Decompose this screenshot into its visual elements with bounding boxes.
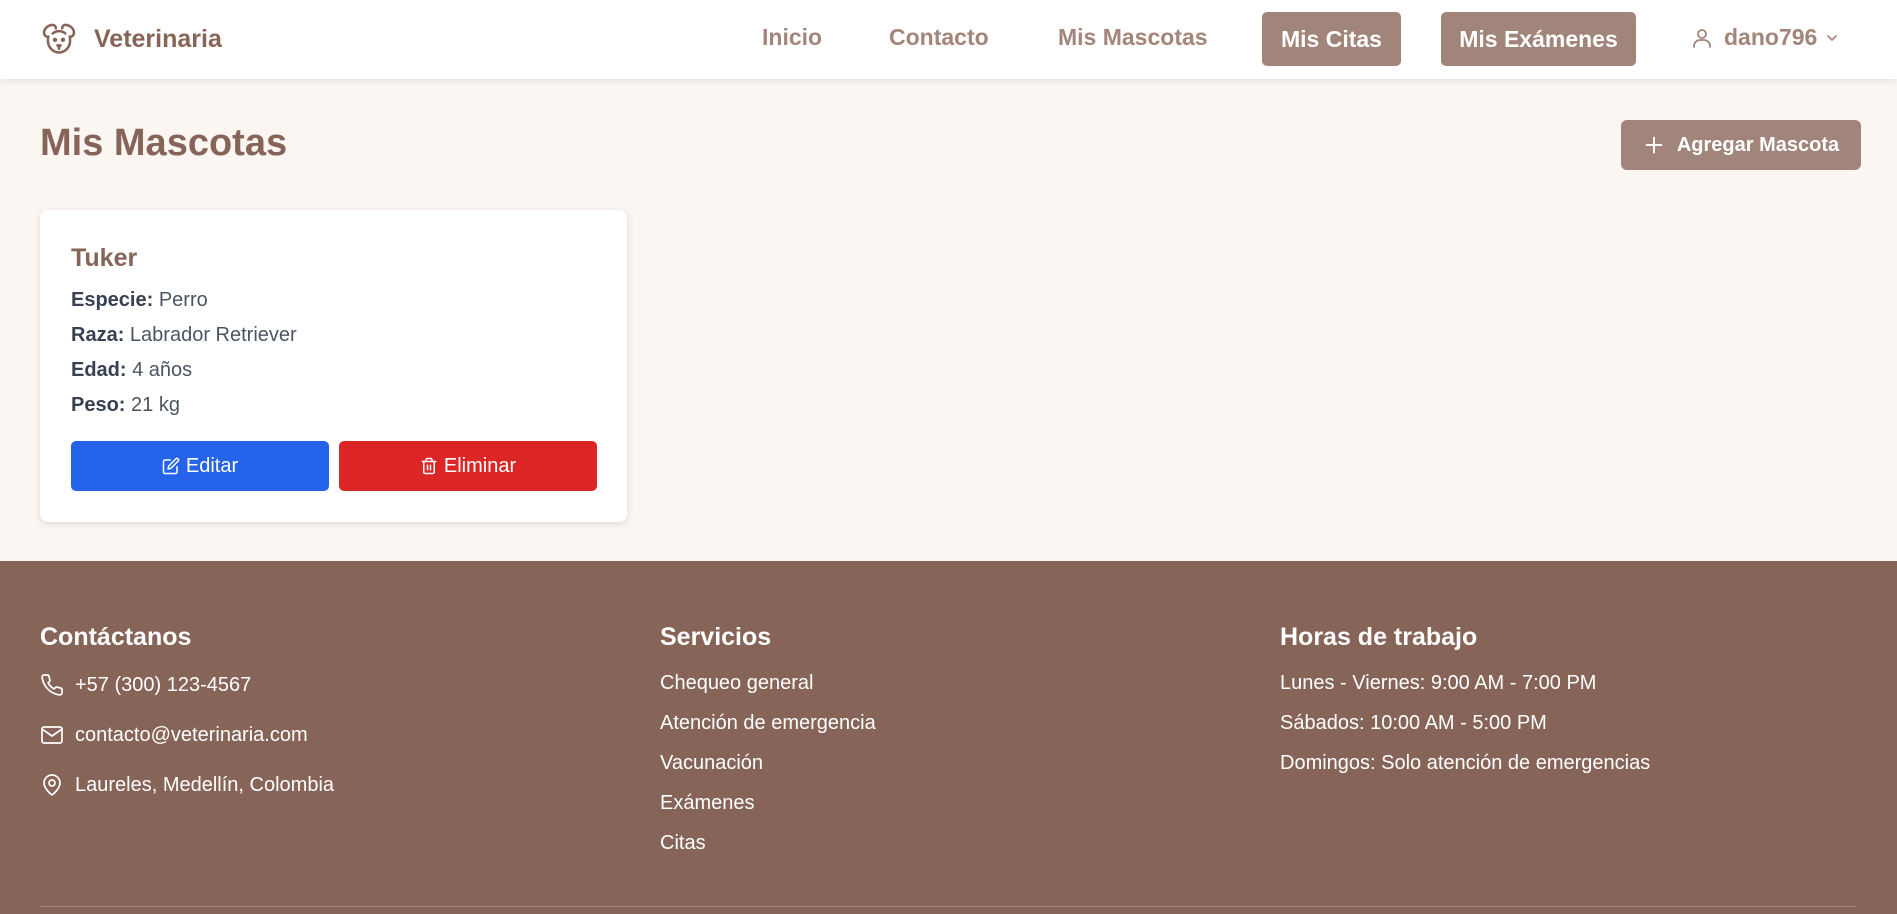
footer-address: Laureles, Medellín, Colombia: [40, 772, 334, 798]
mail-icon: [41, 726, 63, 744]
footer-hours-item: Domingos: Solo atención de emergencias: [1280, 752, 1651, 774]
pet-species-row: Especie: Perro: [71, 289, 208, 312]
footer-phone-text: +57 (300) 123-4567: [75, 673, 252, 696]
map-pin-icon: [43, 774, 61, 796]
user-icon: [1693, 28, 1711, 48]
footer-address-text: Laureles, Medellín, Colombia: [75, 773, 335, 796]
footer-service-item[interactable]: Vacunación: [660, 752, 876, 778]
pet-weight-label: Peso:: [71, 394, 126, 416]
footer-contact-title: Contáctanos: [40, 623, 192, 651]
nav-link-contacto[interactable]: Contacto: [889, 24, 989, 51]
footer-phone[interactable]: +57 (300) 123-4567: [40, 672, 334, 698]
delete-pet-button[interactable]: Eliminar: [339, 441, 597, 491]
edit-label: Editar: [185, 454, 239, 477]
footer-service-item[interactable]: Citas: [660, 832, 876, 858]
dog-logo-icon: [42, 23, 76, 54]
pet-breed-label: Raza:: [71, 324, 125, 346]
nav-link-inicio[interactable]: Inicio: [762, 24, 822, 51]
footer-service-item[interactable]: Atención de emergencia: [660, 712, 876, 738]
add-pet-label: Agregar Mascota: [1676, 133, 1840, 156]
brand-name: Veterinaria: [94, 24, 222, 53]
phone-icon: [41, 674, 63, 696]
navbar: Veterinaria Inicio Contacto Mis Mascotas…: [0, 0, 1897, 79]
footer-hours-item: Lunes - Viernes: 9:00 AM - 7:00 PM: [1280, 672, 1597, 694]
footer-services-column: Servicios Chequeo general Atención de em…: [660, 623, 876, 872]
page-title: Mis Mascotas: [40, 122, 288, 164]
nav-button-mis-examenes[interactable]: Mis Exámenes: [1441, 12, 1636, 66]
footer-hours-item: Sábados: 10:00 AM - 5:00 PM: [1280, 712, 1547, 734]
pet-weight-value: 21 kg: [131, 394, 180, 416]
nav-link-mis-mascotas[interactable]: Mis Mascotas: [1058, 24, 1208, 51]
add-pet-button[interactable]: Agregar Mascota: [1621, 120, 1861, 170]
pet-weight-row: Peso: 21 kg: [71, 394, 180, 417]
footer-service-item[interactable]: Exámenes: [660, 792, 876, 818]
pet-age-value: 4 años: [132, 359, 193, 381]
footer-hours-title: Horas de trabajo: [1280, 623, 1478, 651]
pet-breed-value: Labrador Retriever: [129, 324, 297, 346]
edit-icon: [162, 457, 180, 475]
pet-species-label: Especie:: [71, 289, 154, 311]
footer-services-title: Servicios: [660, 623, 772, 651]
footer-hours-column: Horas de trabajo Lunes - Viernes: 9:00 A…: [1280, 623, 1650, 792]
pet-card: Tuker Especie: Perro Raza: Labrador Retr…: [40, 210, 627, 522]
pet-breed-row: Raza: Labrador Retriever: [71, 324, 297, 347]
edit-pet-button[interactable]: Editar: [71, 441, 329, 491]
delete-label: Eliminar: [443, 454, 517, 477]
pet-age-label: Edad:: [71, 359, 127, 381]
user-menu[interactable]: dano796: [1690, 24, 1840, 51]
pet-species-value: Perro: [158, 289, 208, 311]
footer-divider: [40, 906, 1857, 907]
trash-icon: [421, 457, 437, 475]
username: dano796: [1724, 24, 1818, 50]
footer-email-text: contacto@veterinaria.com: [75, 723, 308, 746]
footer-contact-column: Contáctanos +57 (300) 123-4567 contacto@…: [40, 623, 334, 822]
pet-age-row: Edad: 4 años: [71, 359, 192, 382]
chevron-down-icon: [1827, 34, 1838, 41]
brand-logo[interactable]: Veterinaria: [40, 20, 222, 58]
footer-email[interactable]: contacto@veterinaria.com: [40, 722, 334, 748]
plus-icon: [1645, 136, 1663, 154]
nav-button-mis-citas[interactable]: Mis Citas: [1262, 12, 1401, 66]
footer-service-item[interactable]: Chequeo general: [660, 672, 876, 698]
pet-name: Tuker: [71, 244, 138, 272]
footer: Contáctanos +57 (300) 123-4567 contacto@…: [0, 561, 1897, 914]
